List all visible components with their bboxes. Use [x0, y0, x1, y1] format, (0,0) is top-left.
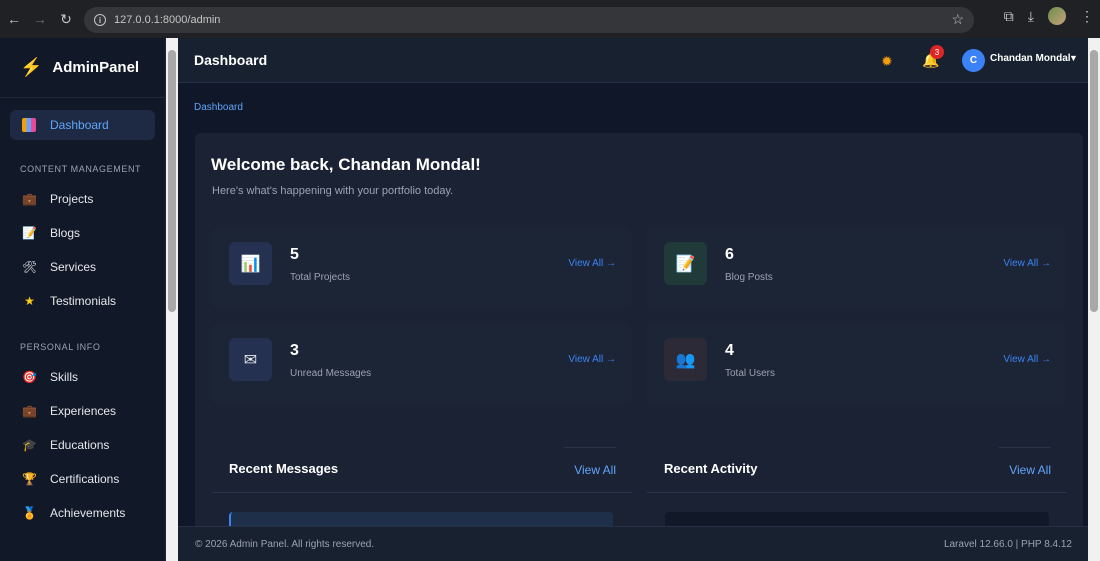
main-scrollbar-thumb[interactable] — [1090, 50, 1098, 312]
sidebar-item-label: Educations — [50, 438, 110, 452]
recent-messages-title: Recent Messages — [229, 461, 339, 476]
footer: © 2026 Admin Panel. All rights reserved.… — [178, 526, 1088, 561]
sidebar-item-skills[interactable]: 🎯 Skills — [0, 360, 165, 394]
stat-value: 6 — [725, 246, 734, 263]
document-pen-icon: 📝 — [664, 242, 707, 285]
recent-activity-title: Recent Activity — [664, 461, 758, 476]
stat-label: Total Users — [725, 368, 776, 379]
main-content: Dashboard ✹ 🔔 3 C Chandan Mondal ▼ Dashb… — [178, 38, 1088, 561]
recent-messages-view-all-button[interactable]: View All — [564, 447, 616, 479]
stat-value: 5 — [290, 246, 299, 263]
extensions-icon[interactable]: ⧉ — [1004, 8, 1014, 25]
browser-menu-icon[interactable]: ⋮ — [1080, 8, 1094, 25]
browser-toolbar: ← → ↻ i 127.0.0.1:8000/admin ☆ ⧉ ⤓ ⋮ — [0, 0, 1100, 38]
tools-icon: 🛠 — [22, 260, 38, 274]
stat-label: Total Projects — [290, 272, 351, 283]
url-text: 127.0.0.1:8000/admin — [114, 14, 221, 26]
footer-version: Laravel 12.66.0 | PHP 8.4.12 — [943, 539, 1072, 550]
bar-chart-icon — [22, 118, 36, 132]
recent-messages-header: Recent Messages View All — [212, 445, 632, 493]
user-name[interactable]: Chandan Mondal — [990, 53, 1071, 64]
recent-activity-view-all-button[interactable]: View All — [999, 447, 1051, 479]
chart-icon: 📊 — [229, 242, 272, 285]
sidebar-item-label: Blogs — [50, 226, 81, 240]
stat-label: Unread Messages — [290, 368, 372, 379]
sidebar-item-blogs[interactable]: 📝 Blogs — [0, 216, 165, 250]
section-title-content-management: CONTENT MANAGEMENT — [20, 164, 142, 174]
sidebar-item-projects[interactable]: 💼 Projects — [0, 182, 165, 216]
sidebar-scrollbar[interactable] — [166, 38, 178, 561]
brand-name: AdminPanel — [52, 59, 140, 76]
briefcase-icon: 💼 — [22, 192, 37, 206]
envelope-icon: ✉ — [229, 338, 272, 381]
document-icon: 📝 — [22, 226, 37, 240]
page-title: Dashboard — [194, 52, 268, 68]
address-bar[interactable]: i 127.0.0.1:8000/admin ☆ — [84, 7, 974, 33]
welcome-title: Welcome back, Chandan Mondal! — [211, 155, 481, 174]
profile-avatar-icon[interactable] — [1048, 7, 1066, 25]
forward-icon[interactable]: → — [28, 7, 52, 31]
star-icon: ★ — [24, 294, 35, 308]
users-icon: 👥 — [664, 338, 707, 381]
recent-activity-header: Recent Activity View All — [647, 445, 1067, 493]
sidebar-scrollbar-thumb[interactable] — [168, 50, 176, 312]
section-title-personal-info: PERSONAL INFO — [20, 342, 101, 352]
view-all-messages-link[interactable]: View All → — [568, 354, 616, 365]
graduation-cap-icon: 🎓 — [22, 438, 37, 452]
sidebar-item-label: Skills — [50, 370, 79, 384]
theme-toggle-sun-icon[interactable]: ✹ — [881, 53, 893, 70]
sidebar-item-experiences[interactable]: 💼 Experiences — [0, 394, 165, 428]
sidebar-item-label: Certifications — [50, 472, 120, 486]
sidebar-item-testimonials[interactable]: ★ Testimonials — [0, 284, 165, 318]
stat-card-messages: ✉ 3 Unread Messages View All → — [212, 324, 632, 404]
user-avatar[interactable]: C — [962, 49, 985, 72]
notification-badge: 3 — [930, 45, 944, 59]
stat-value: 3 — [290, 342, 299, 359]
stat-label: Blog Posts — [725, 272, 773, 283]
sidebar-item-label: Projects — [50, 192, 94, 206]
stat-card-blogs: 📝 6 Blog Posts View All → — [647, 228, 1067, 308]
brand[interactable]: ⚡ AdminPanel — [0, 38, 165, 98]
sidebar-item-certifications[interactable]: 🏆 Certifications — [0, 462, 165, 496]
download-icon[interactable]: ⤓ — [1028, 8, 1034, 25]
site-info-icon[interactable]: i — [94, 14, 106, 26]
bookmark-star-icon[interactable]: ☆ — [951, 11, 964, 28]
stat-value: 4 — [725, 342, 734, 359]
sidebar: ⚡ AdminPanel Dashboard CONTENT MANAGEMEN… — [0, 38, 166, 561]
view-all-projects-link[interactable]: View All → — [568, 258, 616, 269]
sidebar-item-label: Experiences — [50, 404, 117, 418]
trophy-icon: 🏆 — [22, 472, 37, 486]
sidebar-item-dashboard[interactable]: Dashboard — [10, 110, 155, 140]
briefcase-icon: 💼 — [22, 404, 37, 418]
view-all-blogs-link[interactable]: View All → — [1003, 258, 1051, 269]
sidebar-item-label: Dashboard — [50, 118, 109, 132]
sidebar-item-achievements[interactable]: 🏅 Achievements — [0, 496, 165, 530]
breadcrumb[interactable]: Dashboard — [194, 102, 243, 113]
lightning-bolt-icon: ⚡ — [20, 57, 43, 77]
sidebar-item-label: Services — [50, 260, 97, 274]
target-icon: 🎯 — [22, 370, 37, 384]
main-scrollbar[interactable] — [1088, 38, 1100, 561]
sidebar-item-label: Testimonials — [50, 294, 117, 308]
footer-copyright: © 2026 Admin Panel. All rights reserved. — [195, 539, 375, 550]
view-all-users-link[interactable]: View All → — [1003, 354, 1051, 365]
sidebar-item-services[interactable]: 🛠 Services — [0, 250, 165, 284]
back-icon[interactable]: ← — [2, 7, 26, 31]
sidebar-item-label: Achievements — [50, 506, 126, 520]
stat-card-projects: 📊 5 Total Projects View All → — [212, 228, 632, 308]
dashboard-card: Welcome back, Chandan Mondal! Here's wha… — [195, 133, 1083, 561]
chevron-down-icon[interactable]: ▼ — [1069, 53, 1078, 63]
sidebar-item-educations[interactable]: 🎓 Educations — [0, 428, 165, 462]
top-header: Dashboard ✹ 🔔 3 C Chandan Mondal ▼ — [178, 38, 1088, 83]
reload-icon[interactable]: ↻ — [54, 7, 78, 31]
stat-card-users: 👥 4 Total Users View All → — [647, 324, 1067, 404]
medal-icon: 🏅 — [22, 506, 37, 520]
welcome-subtitle: Here's what's happening with your portfo… — [212, 185, 454, 197]
